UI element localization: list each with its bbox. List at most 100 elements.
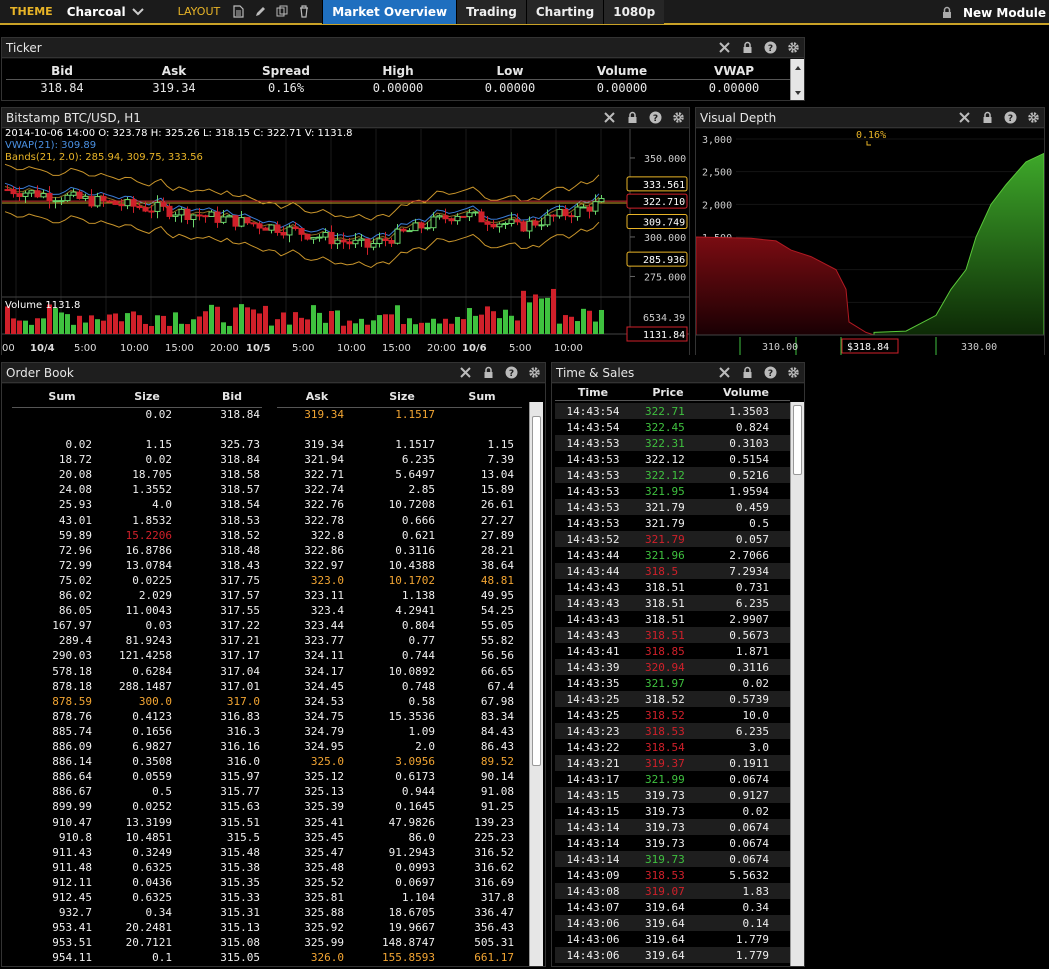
orderbook-row[interactable]: 86.02 2.029 317.57 323.11 1.138 49.95 [2, 589, 527, 604]
gear-icon[interactable] [787, 366, 800, 379]
scroll-thumb[interactable] [793, 405, 802, 475]
new-module-button[interactable]: New Module [963, 6, 1046, 20]
lock-icon[interactable] [941, 6, 953, 19]
orderbook-scrollbar[interactable] [529, 402, 543, 966]
orderbook-row[interactable]: 0.02 1.15 325.73 319.34 1.1517 1.15 [2, 438, 527, 453]
tab-trading[interactable]: Trading [456, 0, 526, 24]
scroll-thumb[interactable] [532, 416, 541, 766]
scroll-up-icon[interactable] [792, 63, 804, 73]
orderbook-row[interactable]: 910.47 13.3199 315.51 325.41 47.9826 139.23 [2, 816, 527, 831]
gear-icon[interactable] [787, 41, 800, 54]
close-icon[interactable] [718, 366, 731, 379]
tab-1080p[interactable]: 1080p [603, 0, 665, 24]
orderbook-row[interactable]: 25.93 4.0 318.54 322.76 10.7208 26.61 [2, 498, 527, 513]
trade-row[interactable]: 14:43:53 321.79 0.459 [555, 499, 790, 515]
trade-row[interactable]: 14:43:15 319.73 0.02 [555, 803, 790, 819]
trade-row[interactable]: 14:43:53 321.79 0.5 [555, 515, 790, 531]
close-icon[interactable] [603, 111, 616, 124]
ticker-scrollbar[interactable] [790, 59, 804, 100]
orderbook-row[interactable]: 167.97 0.03 317.22 323.44 0.804 55.05 [2, 619, 527, 634]
orderbook-row[interactable]: 878.76 0.4123 316.83 324.75 15.3536 83.34 [2, 710, 527, 725]
orderbook-row[interactable]: 0.02 318.84 319.34 1.1517 [2, 408, 527, 423]
chevron-down-icon[interactable] [131, 7, 144, 17]
trade-row[interactable]: 14:43:21 319.37 0.1911 [555, 755, 790, 771]
trade-row[interactable]: 14:43:35 321.97 0.02 [555, 675, 790, 691]
tab-market-overview[interactable]: Market Overview [322, 0, 457, 24]
gear-icon[interactable] [672, 111, 685, 124]
trash-icon[interactable] [298, 5, 310, 18]
lock-icon[interactable] [741, 41, 754, 54]
trade-row[interactable]: 14:43:52 321.79 0.057 [555, 531, 790, 547]
orderbook-row[interactable]: 886.64 0.0559 315.97 325.12 0.6173 90.14 [2, 770, 527, 785]
orderbook-row[interactable]: 290.03 121.4258 317.17 324.11 0.744 56.56 [2, 649, 527, 664]
trade-row[interactable]: 14:43:25 318.52 10.0 [555, 707, 790, 723]
orderbook-row[interactable]: 578.18 0.6284 317.04 324.17 10.0892 66.65 [2, 665, 527, 680]
trade-row[interactable]: 14:43:15 319.73 0.9127 [555, 787, 790, 803]
theme-select[interactable]: Charcoal [67, 5, 126, 19]
orderbook-row[interactable]: 18.72 0.02 318.84 321.94 6.235 7.39 [2, 453, 527, 468]
trade-row[interactable]: 14:43:07 319.64 0.34 [555, 899, 790, 915]
trade-row[interactable]: 14:43:43 318.51 0.731 [555, 579, 790, 595]
trade-row[interactable]: 14:43:53 322.31 0.3103 [555, 435, 790, 451]
orderbook-row[interactable]: 86.05 11.0043 317.55 323.4 4.2941 54.25 [2, 604, 527, 619]
close-icon[interactable] [718, 41, 731, 54]
orderbook-row[interactable]: 912.11 0.0436 315.35 325.52 0.0697 316.69 [2, 876, 527, 891]
trade-row[interactable]: 14:43:54 322.45 0.824 [555, 419, 790, 435]
trade-row[interactable]: 14:43:22 318.54 3.0 [555, 739, 790, 755]
help-icon[interactable]: ? [1004, 111, 1017, 124]
close-icon[interactable] [958, 111, 971, 124]
trade-row[interactable]: 14:43:14 319.73 0.0674 [555, 835, 790, 851]
gear-icon[interactable] [528, 366, 541, 379]
orderbook-row[interactable]: 910.8 10.4851 315.5 325.45 86.0 225.23 [2, 831, 527, 846]
orderbook-row[interactable]: 289.4 81.9243 317.21 323.77 0.77 55.82 [2, 634, 527, 649]
orderbook-row[interactable]: 43.01 1.8532 318.53 322.78 0.666 27.27 [2, 514, 527, 529]
trade-row[interactable]: 14:43:06 319.64 1.779 [555, 931, 790, 947]
orderbook-row[interactable]: 911.43 0.3249 315.48 325.47 91.2943 316.52 [2, 846, 527, 861]
orderbook-row[interactable]: 75.02 0.0225 317.75 323.0 10.1702 48.81 [2, 574, 527, 589]
scroll-down-icon[interactable] [792, 88, 804, 98]
orderbook-row[interactable]: 911.48 0.6325 315.38 325.48 0.0993 316.62 [2, 861, 527, 876]
orderbook-row[interactable]: 72.96 16.8786 318.48 322.86 0.3116 28.21 [2, 544, 527, 559]
trade-row[interactable]: 14:43:08 319.07 1.83 [555, 883, 790, 899]
orderbook-row[interactable]: 59.89 15.2206 318.52 322.8 0.621 27.89 [2, 529, 527, 544]
orderbook-row[interactable]: 886.14 0.3508 316.0 325.0 3.0956 89.52 [2, 755, 527, 770]
orderbook-row[interactable]: 886.09 6.9827 316.16 324.95 2.0 86.43 [2, 740, 527, 755]
orderbook-row[interactable]: 932.7 0.34 315.31 325.88 18.6705 336.47 [2, 906, 527, 921]
trade-row[interactable]: 14:43:43 318.51 2.9907 [555, 611, 790, 627]
orderbook-row[interactable]: 878.59 300.0 317.0 324.53 0.58 67.98 [2, 695, 527, 710]
trade-row[interactable]: 14:43:54 322.71 1.3503 [555, 403, 790, 419]
trade-row[interactable]: 14:43:39 320.94 0.3116 [555, 659, 790, 675]
help-icon[interactable]: ? [764, 41, 777, 54]
trade-row[interactable]: 14:43:43 318.51 6.235 [555, 595, 790, 611]
trade-row[interactable]: 14:43:41 318.85 1.871 [555, 643, 790, 659]
trade-row[interactable]: 14:43:09 318.53 5.5632 [555, 867, 790, 883]
document-icon[interactable] [232, 5, 244, 18]
orderbook-row[interactable]: 954.11 0.1 315.05 326.0 155.8593 661.17 [2, 951, 527, 966]
orderbook-row[interactable]: 886.67 0.5 315.77 325.13 0.944 91.08 [2, 785, 527, 800]
lock-icon[interactable] [981, 111, 994, 124]
orderbook-row[interactable]: 24.08 1.3552 318.57 322.74 2.85 15.89 [2, 483, 527, 498]
pencil-icon[interactable] [254, 5, 266, 18]
orderbook-row[interactable]: 72.99 13.0784 318.43 322.97 10.4388 38.64 [2, 559, 527, 574]
orderbook-row[interactable]: 885.74 0.1656 316.3 324.79 1.09 84.43 [2, 725, 527, 740]
trade-row[interactable]: 14:43:43 318.51 0.5673 [555, 627, 790, 643]
trade-row[interactable]: 14:43:44 318.5 7.2934 [555, 563, 790, 579]
trade-row[interactable]: 14:43:14 319.73 0.0674 [555, 819, 790, 835]
orderbook-row[interactable]: 878.18 288.1487 317.01 324.45 0.748 67.4 [2, 680, 527, 695]
trade-row[interactable]: 14:43:17 321.99 0.0674 [555, 771, 790, 787]
help-icon[interactable]: ? [505, 366, 518, 379]
lock-icon[interactable] [741, 366, 754, 379]
trade-row[interactable]: 14:43:06 319.64 0.14 [555, 915, 790, 931]
trade-row[interactable]: 14:43:06 319.64 1.779 [555, 947, 790, 963]
trade-row[interactable]: 14:43:25 318.52 0.5739 [555, 691, 790, 707]
time-sales-scrollbar[interactable] [790, 402, 804, 966]
help-icon[interactable]: ? [764, 366, 777, 379]
orderbook-row[interactable]: 953.51 20.7121 315.08 325.99 148.8747 505.31 [2, 936, 527, 951]
trade-row[interactable]: 14:43:44 321.96 2.7066 [555, 547, 790, 563]
lock-icon[interactable] [482, 366, 495, 379]
gear-icon[interactable] [1027, 111, 1040, 124]
depth-chart[interactable]: 3,0002,5002,0001,5001,0005000.16%310.00$… [696, 129, 1044, 355]
orderbook-row[interactable]: 20.08 18.705 318.58 322.71 5.6497 13.04 [2, 468, 527, 483]
tab-charting[interactable]: Charting [525, 0, 604, 24]
trade-row[interactable]: 14:43:53 322.12 0.5154 [555, 451, 790, 467]
